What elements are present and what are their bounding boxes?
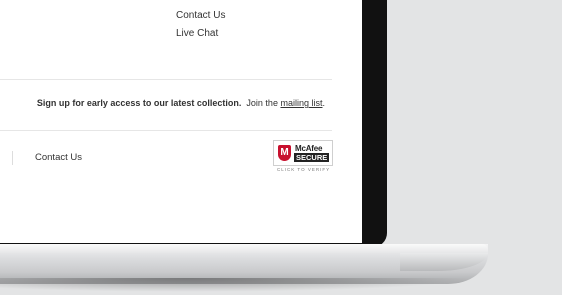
footer-link-contact-us[interactable]: Contact Us bbox=[176, 10, 225, 21]
footer-link-live-chat[interactable]: Live Chat bbox=[176, 28, 218, 39]
footer-separator bbox=[12, 151, 13, 165]
footer-divider-top bbox=[0, 79, 332, 80]
click-to-verify-text[interactable]: CLICK TO VERIFY bbox=[277, 167, 330, 172]
laptop-shadow bbox=[0, 278, 470, 292]
mcafee-brand-text: McAfee bbox=[295, 144, 323, 153]
laptop-base-lip bbox=[0, 244, 488, 253]
newsletter-signup-text: Sign up for early access to our latest c… bbox=[37, 98, 325, 108]
laptop-screen: Contact Us Live Chat Sign up for early a… bbox=[0, 0, 362, 243]
mcafee-shield-icon: M bbox=[278, 145, 291, 161]
signup-period: . bbox=[322, 98, 325, 108]
mcafee-secure-badge[interactable]: M McAfee SECURE bbox=[273, 140, 333, 166]
signup-headline: Sign up for early access to our latest c… bbox=[36, 98, 242, 108]
mailing-list-link[interactable]: mailing list bbox=[280, 98, 322, 108]
bottom-link-contact-us[interactable]: Contact Us bbox=[35, 152, 82, 163]
mcafee-secure-text: SECURE bbox=[294, 153, 330, 162]
signup-join-text: Join the bbox=[246, 98, 278, 108]
footer-divider-bottom bbox=[0, 130, 332, 131]
